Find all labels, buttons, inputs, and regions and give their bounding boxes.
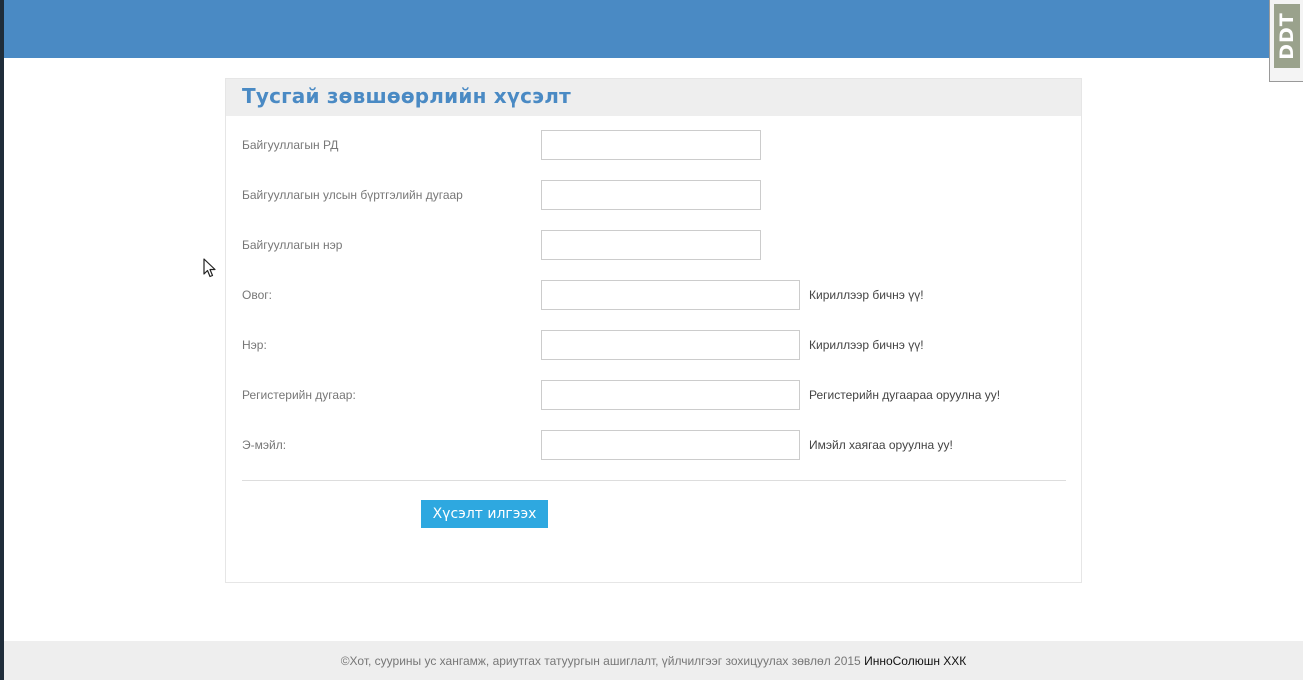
org-name-input[interactable]	[541, 230, 761, 260]
ddt-badge-label: DDT	[1276, 12, 1299, 60]
panel-header: Тусгай зөвшөөрлийн хүсэлт	[226, 79, 1081, 116]
email-hint: Имэйл хаягаа оруулна уу!	[809, 438, 953, 452]
org-registration-number-label: Байгууллагын улсын бүртгэлийн дугаар	[242, 188, 463, 202]
top-header-bar	[4, 0, 1303, 58]
org-id-label: Байгууллагын РД	[242, 138, 339, 152]
page-title: Тусгай зөвшөөрлийн хүсэлт	[242, 84, 571, 108]
submit-request-button[interactable]: Хүсэлт илгээх	[421, 500, 548, 528]
org-name-label: Байгууллагын нэр	[242, 238, 343, 252]
page-footer: ©Хот, суурины ус хангамж, ариутгах татуу…	[4, 641, 1303, 680]
register-number-label: Регистерийн дугаар:	[242, 388, 356, 402]
form-divider	[242, 480, 1066, 481]
org-id-input[interactable]	[541, 130, 761, 160]
register-number-input[interactable]	[541, 380, 800, 410]
first-name-label: Нэр:	[242, 338, 267, 352]
ddt-toolbar-toggle[interactable]: DDT	[1269, 0, 1303, 82]
org-registration-number-input[interactable]	[541, 180, 761, 210]
window-left-edge	[0, 0, 4, 680]
first-name-hint: Кириллээр бичнэ үү!	[809, 338, 924, 352]
footer-text-line: ©Хот, суурины ус хангамж, ариутгах татуу…	[4, 654, 1303, 668]
surname-hint: Кириллээр бичнэ үү!	[809, 288, 924, 302]
register-number-hint: Регистерийн дугаараа оруулна уу!	[809, 388, 1001, 402]
surname-label: Овог:	[242, 288, 272, 302]
footer-company-link[interactable]: ИнноСолюшн ХХК	[864, 654, 966, 668]
mouse-cursor-icon	[203, 258, 216, 278]
footer-copyright: ©Хот, суурины ус хангамж, ариутгах татуу…	[340, 654, 861, 668]
email-field[interactable]	[541, 430, 800, 460]
email-label: Э-мэйл:	[242, 438, 287, 452]
first-name-input[interactable]	[541, 330, 800, 360]
ddt-logo-icon: DDT	[1274, 4, 1300, 68]
surname-input[interactable]	[541, 280, 800, 310]
